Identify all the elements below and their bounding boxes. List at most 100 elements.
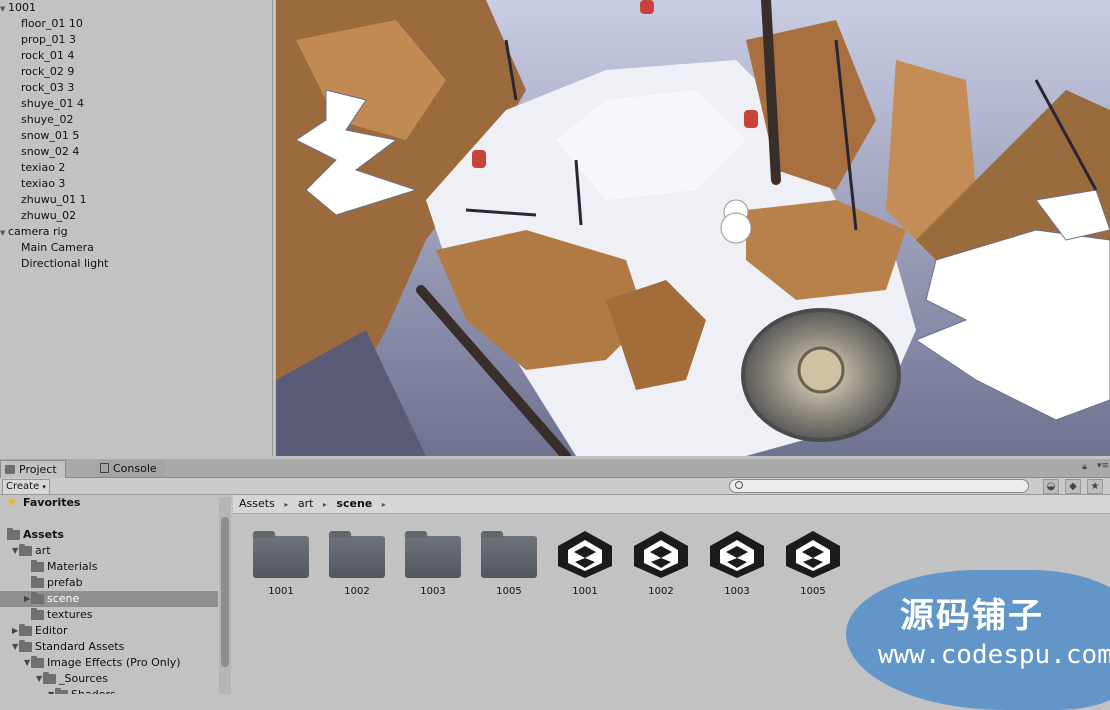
hierarchy-item-label: Directional light [21, 257, 109, 270]
hierarchy-item[interactable]: zhuwu_01 1 [21, 192, 87, 208]
watermark-url: www.codespu.com [878, 640, 1110, 670]
hierarchy-item[interactable]: zhuwu_02 [21, 208, 76, 224]
hierarchy-item-label: rock_01 4 [21, 49, 75, 62]
fold-arrow-icon[interactable]: ▼ [12, 639, 18, 655]
tree-item[interactable]: ▼ _Sources [0, 671, 218, 687]
folder-icon [19, 640, 32, 652]
favorites-row[interactable]: ★ Favorites [0, 495, 218, 511]
asset-label: 1002 [648, 586, 674, 597]
tree-item[interactable]: Materials [0, 559, 218, 575]
folder-icon [7, 528, 20, 540]
lock-icon[interactable]: 🔒︎ [1082, 462, 1087, 472]
asset-folder[interactable]: 1005 [473, 528, 545, 608]
filter-by-label-icon[interactable]: ◆ [1065, 479, 1081, 494]
fold-arrow-icon[interactable]: ▶ [12, 623, 18, 639]
tree-item[interactable]: prefab [0, 575, 218, 591]
hierarchy-item[interactable]: shuye_02 [21, 112, 73, 128]
fold-arrow-icon[interactable]: ▼ [0, 1, 8, 17]
asset-label: 1001 [268, 586, 294, 597]
tree-item-label: prefab [47, 576, 83, 589]
tree-item-label: textures [47, 608, 93, 621]
fold-arrow-icon[interactable]: ▼ [0, 225, 8, 241]
fold-arrow-icon[interactable]: ▼ [36, 671, 42, 687]
hierarchy-item[interactable]: snow_02 4 [21, 144, 79, 160]
hierarchy-item[interactable]: Directional light [21, 256, 108, 272]
hierarchy-item[interactable]: texiao 3 [21, 176, 65, 192]
asset-folder[interactable]: 1001 [245, 528, 317, 608]
asset-folder[interactable]: 1002 [321, 528, 393, 608]
breadcrumb-art[interactable]: art [298, 497, 314, 510]
hierarchy-item-label: camera rig [8, 225, 68, 238]
hierarchy-item[interactable]: snow_01 5 [21, 128, 79, 144]
unity-logo-icon [631, 528, 691, 580]
folder-icon [55, 688, 68, 694]
dropdown-arrow-icon: ▾ [42, 483, 46, 491]
tree-item-label: Shaders [71, 687, 116, 694]
breadcrumb: Assets ▸ art ▸ scene ▸ [233, 495, 1110, 514]
asset-scene[interactable]: 1003 [701, 528, 773, 608]
tree-item-label: art [35, 544, 51, 557]
create-button-label: Create [6, 481, 40, 492]
tree-item[interactable]: ▼ Image Effects (Pro Only) [0, 655, 218, 671]
fold-arrow-icon[interactable]: ▼ [12, 543, 18, 559]
breadcrumb-arrow-icon: ▸ [322, 500, 327, 509]
hierarchy-item-label: shuye_02 [21, 113, 74, 126]
tab-project-label: Project [19, 463, 57, 476]
panel-menu-icon[interactable]: ▾≡ [1097, 461, 1109, 471]
asset-folder[interactable]: 1003 [397, 528, 469, 608]
hierarchy-item-label: 1001 [8, 1, 36, 14]
tree-scrollbar[interactable] [219, 497, 231, 694]
breadcrumb-scene[interactable]: scene [336, 497, 372, 510]
search-input[interactable] [729, 479, 1029, 493]
tree-item-label: Editor [35, 624, 68, 637]
watermark-title: 源码铺子 [900, 596, 1044, 636]
tab-project[interactable]: Project [0, 460, 66, 478]
tree-item-label: Image Effects (Pro Only) [47, 656, 181, 669]
breadcrumb-assets[interactable]: Assets [239, 497, 275, 510]
hierarchy-item[interactable]: floor_01 10 [21, 16, 83, 32]
asset-label: 1002 [344, 586, 370, 597]
favorite-star-icon[interactable]: ★ [1087, 479, 1103, 494]
asset-scene[interactable]: 1002 [625, 528, 697, 608]
scrollbar-thumb[interactable] [221, 517, 229, 667]
hierarchy-item-label: Main Camera [21, 241, 94, 254]
folder-tree: ★ Favorites Assets ▼ art Materials prefab ▶ sc… [0, 495, 218, 694]
tree-item-label: Assets [23, 528, 64, 541]
unity-logo-icon [707, 528, 767, 580]
asset-label: 1005 [800, 586, 826, 597]
hierarchy-panel: ▼ 1001 floor_01 10 prop_01 3 rock_01 4 rock_0… [0, 0, 273, 456]
tree-item[interactable]: ▶ scene [0, 591, 218, 607]
tree-item[interactable]: ▼ art [0, 543, 218, 559]
tree-item[interactable]: textures [0, 607, 218, 623]
hierarchy-item[interactable]: ▼ 1001 [0, 0, 36, 16]
unity-logo-icon [555, 528, 615, 580]
star-icon: ★ [6, 495, 18, 510]
folder-icon [479, 528, 539, 580]
tree-item[interactable]: ▶ Editor [0, 623, 218, 639]
breadcrumb-arrow-icon: ▸ [381, 500, 386, 509]
fold-arrow-icon[interactable]: ▼ [48, 687, 54, 694]
hierarchy-item[interactable]: ▼ camera rig [0, 224, 68, 240]
hierarchy-item[interactable]: Main Camera [21, 240, 94, 256]
scene-view[interactable] [276, 0, 1110, 456]
project-toolbar: Create ▾ ◒ ◆ ★ [0, 478, 1110, 495]
tree-item[interactable]: ▼ Shaders [0, 687, 218, 694]
asset-scene[interactable]: 1001 [549, 528, 621, 608]
tab-console[interactable]: Console [96, 460, 165, 477]
hierarchy-item[interactable]: texiao 2 [21, 160, 65, 176]
hierarchy-item[interactable]: rock_02 9 [21, 64, 74, 80]
tree-item[interactable]: Assets [0, 527, 218, 543]
hierarchy-item[interactable]: rock_03 3 [21, 80, 74, 96]
asset-scene[interactable]: 1005 [777, 528, 849, 608]
folder-icon [31, 656, 44, 668]
folder-icon [31, 560, 44, 572]
fold-arrow-icon[interactable]: ▼ [24, 655, 30, 671]
hierarchy-item[interactable]: shuye_01 4 [21, 96, 84, 112]
hierarchy-item[interactable]: prop_01 3 [21, 32, 76, 48]
tree-item[interactable]: ▼ Standard Assets [0, 639, 218, 655]
hierarchy-item-label: prop_01 3 [21, 33, 76, 46]
hierarchy-item[interactable]: rock_01 4 [21, 48, 74, 64]
create-button[interactable]: Create ▾ [2, 479, 50, 495]
fold-arrow-icon[interactable]: ▶ [24, 591, 30, 607]
filter-by-type-icon[interactable]: ◒ [1043, 479, 1059, 494]
